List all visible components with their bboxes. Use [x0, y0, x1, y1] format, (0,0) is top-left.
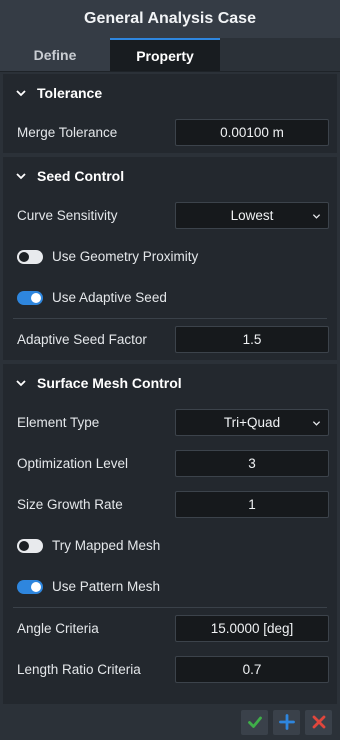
tolerance-title: Tolerance — [37, 85, 103, 101]
merge-tolerance-input[interactable]: 0.00100 m — [175, 119, 329, 146]
toggle-knob — [31, 581, 41, 592]
cancel-button[interactable] — [305, 709, 332, 735]
close-icon — [312, 715, 325, 729]
optimization-level-input[interactable]: 3 — [175, 450, 329, 477]
adaptive-seed-factor-label: Adaptive Seed Factor — [17, 332, 147, 347]
surface-mesh-section: Surface Mesh Control Element Type Tri+Qu… — [3, 364, 337, 690]
add-button[interactable] — [273, 709, 300, 735]
chevron-down-icon — [16, 380, 26, 387]
use-pattern-mesh-toggle[interactable] — [17, 579, 43, 594]
use-adaptive-seed-label: Use Adaptive Seed — [52, 290, 167, 305]
plus-icon — [278, 714, 295, 730]
adaptive-seed-factor-row: Adaptive Seed Factor 1.5 — [3, 319, 337, 360]
use-geometry-proximity-toggle[interactable] — [17, 249, 43, 264]
surface-mesh-title: Surface Mesh Control — [37, 375, 182, 391]
merge-tolerance-row: Merge Tolerance 0.00100 m — [3, 112, 337, 153]
optimization-level-label: Optimization Level — [17, 456, 129, 471]
tab-bar-fill — [220, 38, 340, 71]
use-pattern-mesh-row: Use Pattern Mesh — [3, 566, 337, 607]
chevron-down-icon — [16, 173, 26, 180]
curve-sensitivity-select[interactable]: Lowest — [175, 202, 329, 229]
tab-property[interactable]: Property — [110, 38, 220, 71]
seed-control-title: Seed Control — [37, 168, 125, 184]
try-mapped-mesh-row: Try Mapped Mesh — [3, 525, 337, 566]
ok-button[interactable] — [241, 709, 268, 735]
chevron-down-icon — [312, 214, 321, 219]
curve-sensitivity-label: Curve Sensitivity — [17, 208, 118, 223]
use-adaptive-seed-row: Use Adaptive Seed — [3, 277, 337, 318]
try-mapped-mesh-toggle[interactable] — [17, 538, 43, 553]
angle-criteria-row: Angle Criteria 15.0000 [deg] — [3, 608, 337, 649]
toggle-knob — [19, 251, 29, 262]
use-geometry-proximity-row: Use Geometry Proximity — [3, 236, 337, 277]
length-ratio-criteria-input[interactable]: 0.7 — [175, 656, 329, 683]
dialog-footer — [0, 704, 340, 740]
window-title: General Analysis Case — [0, 0, 340, 38]
use-adaptive-seed-toggle[interactable] — [17, 290, 43, 305]
size-growth-rate-label: Size Growth Rate — [17, 497, 123, 512]
seed-control-header[interactable]: Seed Control — [3, 157, 337, 195]
seed-control-section: Seed Control Curve Sensitivity Lowest Us… — [3, 157, 337, 360]
try-mapped-mesh-label: Try Mapped Mesh — [52, 538, 161, 553]
angle-criteria-input[interactable]: 15.0000 [deg] — [175, 615, 329, 642]
property-panel: Tolerance Merge Tolerance 0.00100 m Seed… — [3, 74, 337, 704]
element-type-row: Element Type Tri+Quad — [3, 402, 337, 443]
use-pattern-mesh-label: Use Pattern Mesh — [52, 579, 161, 594]
size-growth-rate-row: Size Growth Rate 1 — [3, 484, 337, 525]
surface-mesh-header[interactable]: Surface Mesh Control — [3, 364, 337, 402]
tab-define[interactable]: Define — [0, 38, 110, 71]
tolerance-section: Tolerance Merge Tolerance 0.00100 m — [3, 74, 337, 153]
angle-criteria-label: Angle Criteria — [17, 621, 99, 636]
element-type-select[interactable]: Tri+Quad — [175, 409, 329, 436]
optimization-level-row: Optimization Level 3 — [3, 443, 337, 484]
merge-tolerance-label: Merge Tolerance — [17, 125, 118, 140]
use-geometry-proximity-label: Use Geometry Proximity — [52, 249, 199, 264]
element-type-label: Element Type — [17, 415, 100, 430]
element-type-value: Tri+Quad — [223, 415, 281, 430]
length-ratio-criteria-row: Length Ratio Criteria 0.7 — [3, 649, 337, 690]
toggle-knob — [19, 540, 29, 551]
curve-sensitivity-value: Lowest — [230, 208, 274, 223]
check-icon — [247, 716, 262, 728]
tab-bar: Define Property — [0, 38, 340, 72]
length-ratio-criteria-label: Length Ratio Criteria — [17, 662, 141, 677]
chevron-down-icon — [312, 421, 321, 426]
curve-sensitivity-row: Curve Sensitivity Lowest — [3, 195, 337, 236]
adaptive-seed-factor-input[interactable]: 1.5 — [175, 326, 329, 353]
toggle-knob — [31, 292, 41, 303]
chevron-down-icon — [16, 90, 26, 97]
tolerance-header[interactable]: Tolerance — [3, 74, 337, 112]
size-growth-rate-input[interactable]: 1 — [175, 491, 329, 518]
